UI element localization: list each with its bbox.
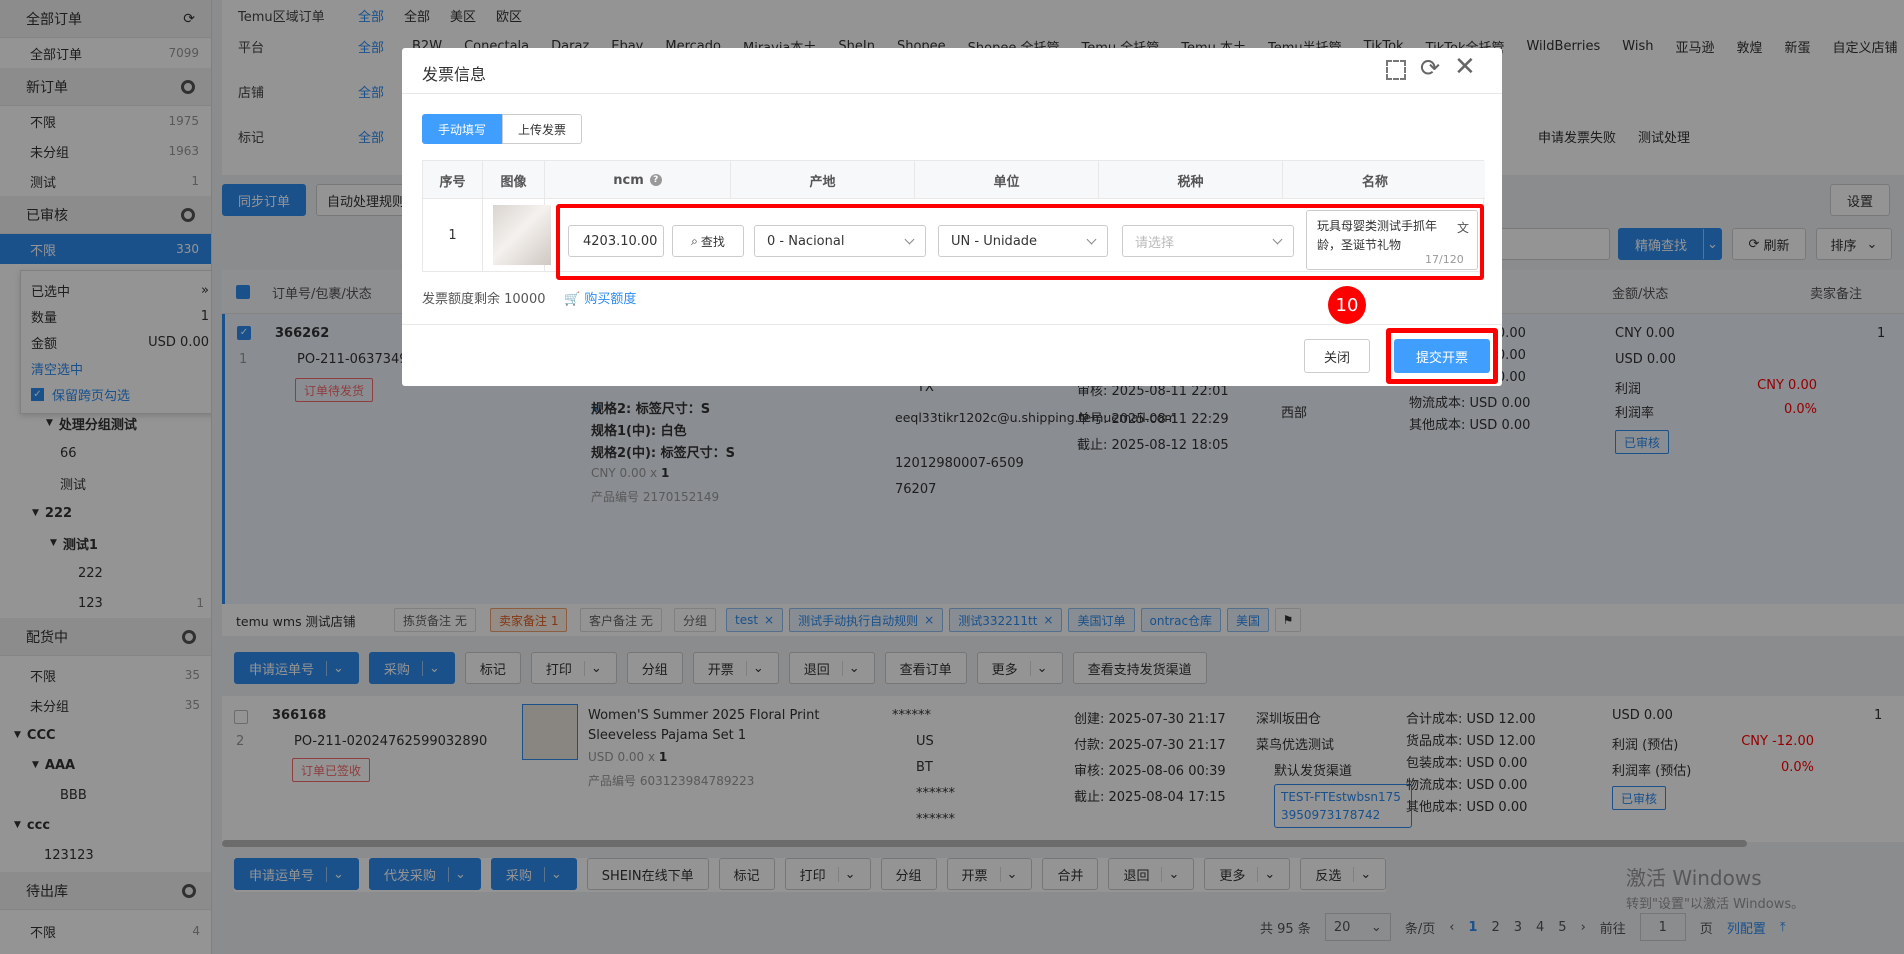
step-badge: 10: [1328, 286, 1366, 324]
fullscreen-icon[interactable]: [1386, 60, 1406, 80]
invoice-table-header: 序号 图像 ncm? 产地 单位 税种 名称: [423, 161, 1485, 199]
refresh-icon[interactable]: ⟳: [1420, 54, 1440, 82]
unit-select[interactable]: UN - Unidade: [938, 225, 1108, 257]
modal-title: 发票信息: [422, 65, 487, 84]
invoice-modal: 发票信息 ⟳ ✕ 手动填写 上传发票 序号 图像 ncm? 产地 单位 税种 名…: [402, 48, 1502, 386]
modal-header: 发票信息 ⟳ ✕: [402, 48, 1502, 94]
cart-icon: 🛒: [564, 292, 581, 307]
buy-quota-link[interactable]: 🛒 购买额度: [564, 288, 636, 307]
translate-icon[interactable]: 文: [1457, 219, 1469, 236]
origin-select[interactable]: 0 - Nacional: [754, 225, 926, 257]
chevron-down-icon: [1272, 234, 1283, 244]
close-icon[interactable]: ✕: [1454, 52, 1476, 82]
name-textarea[interactable]: 玩具母婴类测试手抓年龄，圣诞节礼物 文 17/120: [1306, 210, 1478, 270]
product-image[interactable]: [493, 205, 551, 265]
tab-upload[interactable]: 上传发票: [502, 114, 582, 144]
submit-invoice-button[interactable]: 提交开票: [1394, 339, 1490, 373]
tax-select[interactable]: 请选择: [1122, 225, 1294, 257]
search-icon: ⌕: [691, 233, 698, 248]
close-button[interactable]: 关闭: [1304, 339, 1370, 373]
chevron-down-icon: [904, 234, 915, 244]
ncm-input[interactable]: 4203.10.00: [568, 225, 664, 257]
tab-manual[interactable]: 手动填写: [422, 114, 502, 144]
divider: [402, 324, 1502, 325]
ncm-search-button[interactable]: ⌕ 查找: [672, 225, 744, 257]
help-icon[interactable]: ?: [649, 174, 662, 186]
chevron-down-icon: [1086, 234, 1097, 244]
